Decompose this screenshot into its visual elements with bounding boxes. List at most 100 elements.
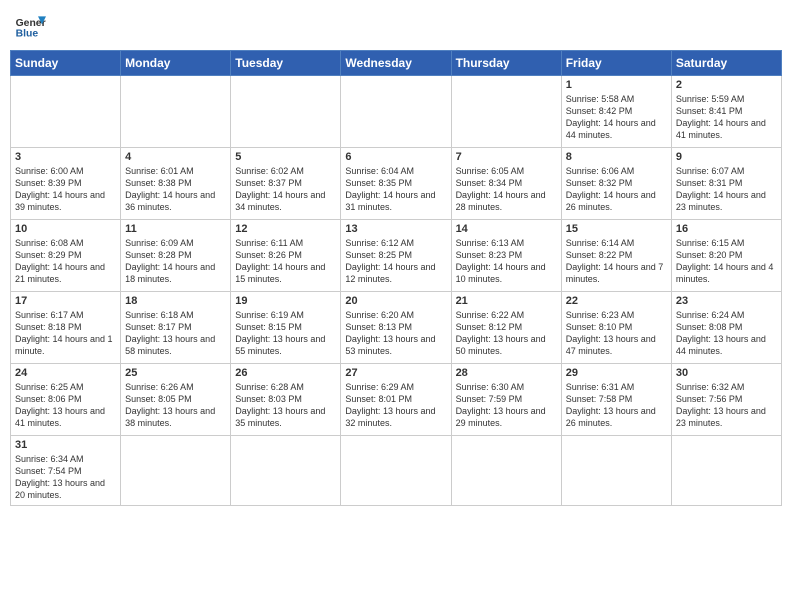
cell-info: Sunrise: 6:23 AM Sunset: 8:10 PM Dayligh…: [566, 309, 667, 358]
week-row-4: 24Sunrise: 6:25 AM Sunset: 8:06 PM Dayli…: [11, 364, 782, 436]
calendar-cell: [121, 436, 231, 506]
calendar-cell: 16Sunrise: 6:15 AM Sunset: 8:20 PM Dayli…: [671, 220, 781, 292]
calendar-cell: 2 Sunrise: 5:59 AM Sunset: 8:41 PM Daylig…: [671, 76, 781, 148]
cell-info: Sunrise: 6:31 AM Sunset: 7:58 PM Dayligh…: [566, 381, 667, 430]
calendar-cell: 6 Sunrise: 6:04 AM Sunset: 8:35 PM Daylig…: [341, 148, 451, 220]
week-row-3: 17Sunrise: 6:17 AM Sunset: 8:18 PM Dayli…: [11, 292, 782, 364]
cell-info: Sunrise: 6:00 AM Sunset: 8:39 PM Dayligh…: [15, 165, 116, 214]
calendar-cell: 17Sunrise: 6:17 AM Sunset: 8:18 PM Dayli…: [11, 292, 121, 364]
cell-info: Sunrise: 5:58 AM Sunset: 8:42 PM Dayligh…: [566, 93, 667, 142]
calendar-cell: 30Sunrise: 6:32 AM Sunset: 7:56 PM Dayli…: [671, 364, 781, 436]
cell-info: Sunrise: 6:30 AM Sunset: 7:59 PM Dayligh…: [456, 381, 557, 430]
cell-date: 12: [235, 223, 336, 235]
cell-info: Sunrise: 6:06 AM Sunset: 8:32 PM Dayligh…: [566, 165, 667, 214]
cell-info: Sunrise: 6:28 AM Sunset: 8:03 PM Dayligh…: [235, 381, 336, 430]
header: General Blue: [10, 10, 782, 42]
day-header-sunday: Sunday: [11, 51, 121, 76]
calendar-cell: 28 Sunrise: 6:30 AM Sunset: 7:59 PM Dayli…: [451, 364, 561, 436]
cell-info: Sunrise: 6:18 AM Sunset: 8:17 PM Dayligh…: [125, 309, 226, 358]
week-row-5: 31 Sunrise: 6:34 AM Sunset: 7:54 PM Dayli…: [11, 436, 782, 506]
calendar-cell: [451, 436, 561, 506]
calendar-cell: 8Sunrise: 6:06 AM Sunset: 8:32 PM Daylig…: [561, 148, 671, 220]
cell-date: 16: [676, 223, 777, 235]
day-header-wednesday: Wednesday: [341, 51, 451, 76]
cell-info: Sunrise: 6:25 AM Sunset: 8:06 PM Dayligh…: [15, 381, 116, 430]
cell-date: 2: [676, 79, 777, 91]
calendar-cell: [11, 76, 121, 148]
calendar-cell: [231, 436, 341, 506]
cell-date: 13: [345, 223, 446, 235]
calendar-cell: 13 Sunrise: 6:12 AM Sunset: 8:25 PM Dayli…: [341, 220, 451, 292]
cell-date: 31: [15, 439, 116, 451]
day-header-tuesday: Tuesday: [231, 51, 341, 76]
calendar-cell: 23 Sunrise: 6:24 AM Sunset: 8:08 PM Dayli…: [671, 292, 781, 364]
calendar-cell: [451, 76, 561, 148]
cell-info: Sunrise: 6:34 AM Sunset: 7:54 PM Dayligh…: [15, 453, 116, 502]
cell-date: 21: [456, 295, 557, 307]
cell-date: 22: [566, 295, 667, 307]
calendar-table: SundayMondayTuesdayWednesdayThursdayFrid…: [10, 50, 782, 506]
cell-date: 28: [456, 367, 557, 379]
logo: General Blue: [14, 10, 46, 42]
cell-info: Sunrise: 5:59 AM Sunset: 8:41 PM Dayligh…: [676, 93, 777, 142]
cell-info: Sunrise: 6:04 AM Sunset: 8:35 PM Dayligh…: [345, 165, 446, 214]
calendar-cell: 12 Sunrise: 6:11 AM Sunset: 8:26 PM Dayli…: [231, 220, 341, 292]
calendar-cell: 10Sunrise: 6:08 AM Sunset: 8:29 PM Dayli…: [11, 220, 121, 292]
cell-info: Sunrise: 6:19 AM Sunset: 8:15 PM Dayligh…: [235, 309, 336, 358]
cell-date: 15: [566, 223, 667, 235]
logo-icon: General Blue: [14, 10, 46, 42]
cell-date: 20: [345, 295, 446, 307]
cell-date: 14: [456, 223, 557, 235]
cell-info: Sunrise: 6:12 AM Sunset: 8:25 PM Dayligh…: [345, 237, 446, 286]
calendar-cell: [671, 436, 781, 506]
calendar-cell: 27 Sunrise: 6:29 AM Sunset: 8:01 PM Dayli…: [341, 364, 451, 436]
cell-info: Sunrise: 6:02 AM Sunset: 8:37 PM Dayligh…: [235, 165, 336, 214]
cell-date: 26: [235, 367, 336, 379]
calendar-cell: [341, 76, 451, 148]
cell-date: 9: [676, 151, 777, 163]
calendar-cell: 14 Sunrise: 6:13 AM Sunset: 8:23 PM Dayli…: [451, 220, 561, 292]
cell-info: Sunrise: 6:11 AM Sunset: 8:26 PM Dayligh…: [235, 237, 336, 286]
calendar-cell: 18Sunrise: 6:18 AM Sunset: 8:17 PM Dayli…: [121, 292, 231, 364]
cell-info: Sunrise: 6:29 AM Sunset: 8:01 PM Dayligh…: [345, 381, 446, 430]
calendar-cell: [561, 436, 671, 506]
calendar-cell: 21 Sunrise: 6:22 AM Sunset: 8:12 PM Dayli…: [451, 292, 561, 364]
cell-date: 27: [345, 367, 446, 379]
cell-date: 23: [676, 295, 777, 307]
cell-info: Sunrise: 6:08 AM Sunset: 8:29 PM Dayligh…: [15, 237, 116, 286]
cell-info: Sunrise: 6:14 AM Sunset: 8:22 PM Dayligh…: [566, 237, 667, 286]
calendar-cell: 5 Sunrise: 6:02 AM Sunset: 8:37 PM Daylig…: [231, 148, 341, 220]
cell-date: 17: [15, 295, 116, 307]
cell-info: Sunrise: 6:24 AM Sunset: 8:08 PM Dayligh…: [676, 309, 777, 358]
day-header-monday: Monday: [121, 51, 231, 76]
calendar-cell: 11Sunrise: 6:09 AM Sunset: 8:28 PM Dayli…: [121, 220, 231, 292]
calendar-cell: 26 Sunrise: 6:28 AM Sunset: 8:03 PM Dayli…: [231, 364, 341, 436]
calendar-cell: [341, 436, 451, 506]
week-row-2: 10Sunrise: 6:08 AM Sunset: 8:29 PM Dayli…: [11, 220, 782, 292]
calendar-cell: [231, 76, 341, 148]
cell-date: 19: [235, 295, 336, 307]
calendar-cell: 22 Sunrise: 6:23 AM Sunset: 8:10 PM Dayli…: [561, 292, 671, 364]
cell-info: Sunrise: 6:26 AM Sunset: 8:05 PM Dayligh…: [125, 381, 226, 430]
svg-text:Blue: Blue: [16, 28, 39, 39]
day-header-saturday: Saturday: [671, 51, 781, 76]
cell-date: 25: [125, 367, 226, 379]
cell-info: Sunrise: 6:01 AM Sunset: 8:38 PM Dayligh…: [125, 165, 226, 214]
cell-date: 6: [345, 151, 446, 163]
cell-info: Sunrise: 6:22 AM Sunset: 8:12 PM Dayligh…: [456, 309, 557, 358]
cell-info: Sunrise: 6:07 AM Sunset: 8:31 PM Dayligh…: [676, 165, 777, 214]
day-header-thursday: Thursday: [451, 51, 561, 76]
cell-date: 5: [235, 151, 336, 163]
calendar-cell: 24Sunrise: 6:25 AM Sunset: 8:06 PM Dayli…: [11, 364, 121, 436]
cell-info: Sunrise: 6:09 AM Sunset: 8:28 PM Dayligh…: [125, 237, 226, 286]
calendar-cell: 19 Sunrise: 6:19 AM Sunset: 8:15 PM Dayli…: [231, 292, 341, 364]
cell-date: 1: [566, 79, 667, 91]
calendar-cell: 1 Sunrise: 5:58 AM Sunset: 8:42 PM Daylig…: [561, 76, 671, 148]
calendar-cell: 31 Sunrise: 6:34 AM Sunset: 7:54 PM Dayli…: [11, 436, 121, 506]
cell-info: Sunrise: 6:05 AM Sunset: 8:34 PM Dayligh…: [456, 165, 557, 214]
calendar-cell: [121, 76, 231, 148]
cell-info: Sunrise: 6:13 AM Sunset: 8:23 PM Dayligh…: [456, 237, 557, 286]
calendar-cell: 15 Sunrise: 6:14 AM Sunset: 8:22 PM Dayli…: [561, 220, 671, 292]
header-row: SundayMondayTuesdayWednesdayThursdayFrid…: [11, 51, 782, 76]
cell-date: 30: [676, 367, 777, 379]
